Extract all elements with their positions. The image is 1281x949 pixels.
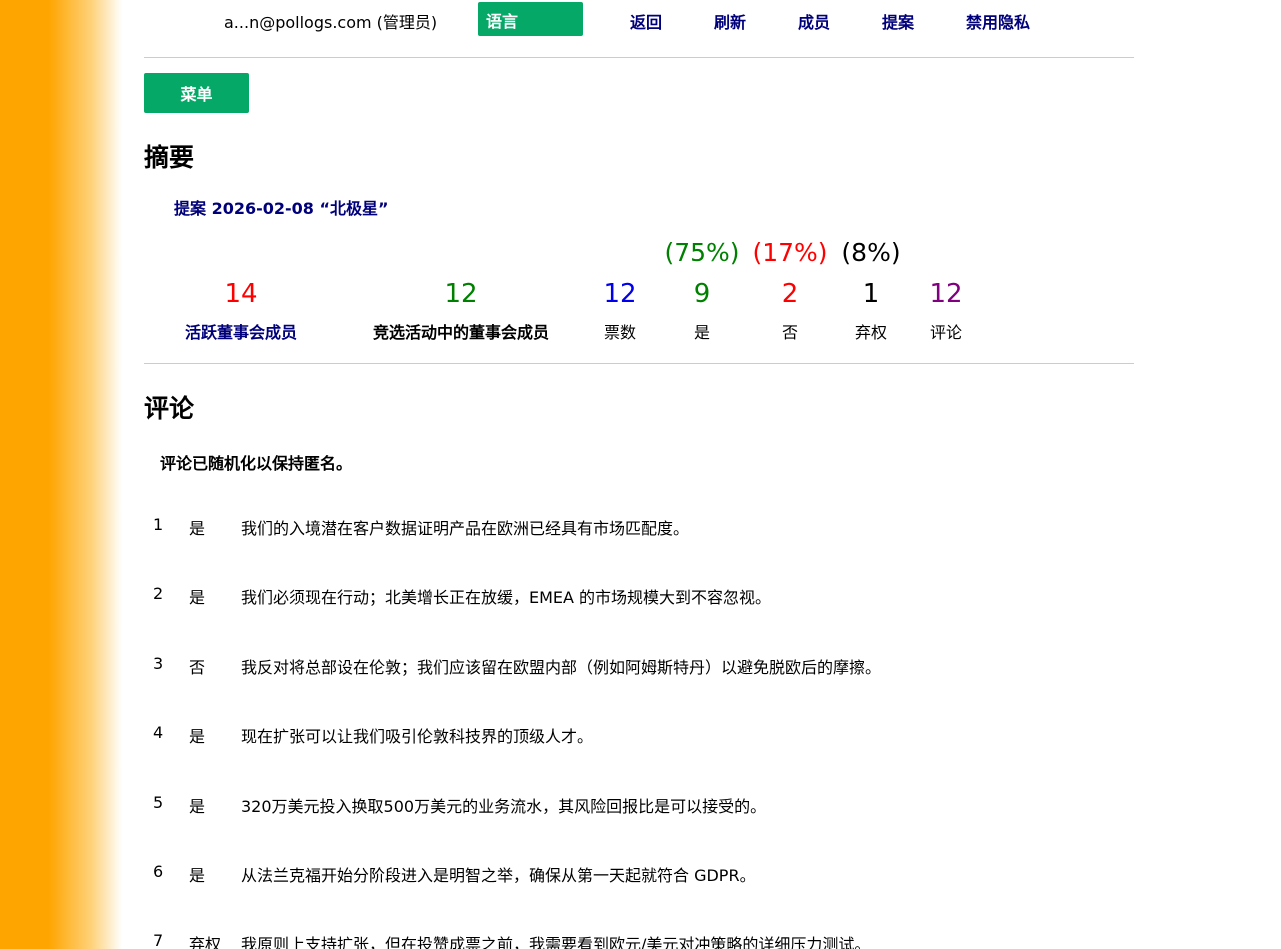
stat-active-members-value: 14	[224, 279, 258, 309]
comment-text: 从法兰克福开始分阶段进入是明智之举，确保从第一天起就符合 GDPR。	[241, 866, 756, 885]
comment-text: 我反对将总部设在伦敦；我们应该留在欧盟内部（例如阿姆斯特丹）以避免脱欧后的摩擦。	[241, 658, 882, 677]
sidebar-gradient	[0, 0, 122, 949]
abstain-percentage: (8%)	[841, 238, 901, 267]
nav-members-link[interactable]: 成员	[798, 9, 830, 33]
stat-active-members-label[interactable]: 活跃董事会成员	[161, 319, 321, 343]
comment-vote: 否	[189, 658, 206, 677]
stat-no-label: 否	[781, 323, 798, 342]
comment-row: 6 是 从法兰克福开始分阶段进入是明智之举，确保从第一天起就符合 GDPR。	[144, 862, 1134, 892]
main-content: a...n@pollogs.com (管理员) 语言 返回 刷新 成员 提案 禁…	[144, 0, 1134, 949]
comment-number: 4	[153, 723, 164, 742]
stat-abstain-value: 1	[862, 279, 880, 309]
comment-row: 5 是 320万美元投入换取500万美元的业务流水，其风险回报比是可以接受的。	[144, 793, 1134, 823]
comment-text: 我们必须现在行动；北美增长正在放缓，EMEA 的市场规模大到不容忽视。	[241, 588, 772, 607]
comment-number: 7	[153, 931, 164, 949]
nav-refresh-link[interactable]: 刷新	[714, 9, 746, 33]
comment-text: 我们的入境潜在客户数据证明产品在欧洲已经具有市场匹配度。	[241, 519, 690, 538]
stat-yes-value: 9	[693, 279, 711, 309]
summary-heading: 摘要	[144, 143, 195, 172]
comment-row: 7 弃权 我原则上支持扩张，但在投赞成票之前，我需要看到欧元/美元对冲策略的详细…	[144, 931, 1134, 949]
stat-abstain-label: 弃权	[854, 323, 887, 342]
stat-comments-value: 12	[929, 279, 963, 309]
comment-vote: 是	[189, 866, 206, 885]
language-button[interactable]: 语言	[478, 2, 583, 36]
comment-text: 现在扩张可以让我们吸引伦敦科技界的顶级人才。	[241, 727, 594, 746]
comment-row: 2 是 我们必须现在行动；北美增长正在放缓，EMEA 的市场规模大到不容忽视。	[144, 584, 1134, 614]
anonymity-note: 评论已随机化以保持匿名。	[160, 454, 353, 473]
no-percentage: (17%)	[752, 238, 828, 267]
stat-yes-label: 是	[693, 323, 710, 342]
comment-vote: 是	[189, 797, 206, 816]
stat-comments-label: 评论	[929, 323, 962, 342]
stat-votes-label: 票数	[603, 323, 636, 342]
nav-back-link[interactable]: 返回	[630, 9, 662, 33]
comment-vote: 是	[189, 588, 206, 607]
comment-vote: 弃权	[189, 935, 222, 949]
proposal-link[interactable]: 提案 2026-02-08 “北极星”	[174, 195, 389, 219]
comment-number: 1	[153, 515, 164, 534]
yes-percentage: (75%)	[664, 238, 740, 267]
menu-button[interactable]: 菜单	[144, 73, 249, 113]
nav-disable-privacy-link[interactable]: 禁用隐私	[966, 9, 1030, 33]
comment-row: 1 是 我们的入境潜在客户数据证明产品在欧洲已经具有市场匹配度。	[144, 515, 1134, 545]
stat-campaign-members-value: 12	[444, 279, 478, 309]
comment-number: 2	[153, 584, 164, 603]
user-label: a...n@pollogs.com (管理员)	[224, 13, 438, 32]
comment-number: 6	[153, 862, 164, 881]
comment-text: 我原则上支持扩张，但在投赞成票之前，我需要看到欧元/美元对冲策略的详细压力测试。	[241, 935, 871, 949]
comment-number: 3	[153, 654, 164, 673]
stat-campaign-members-label: 竞选活动中的董事会成员	[372, 323, 549, 342]
comment-text: 320万美元投入换取500万美元的业务流水，其风险回报比是可以接受的。	[241, 797, 767, 816]
stat-votes-value: 12	[603, 279, 637, 309]
section-divider	[144, 363, 1134, 364]
comment-row: 4 是 现在扩张可以让我们吸引伦敦科技界的顶级人才。	[144, 723, 1134, 753]
comment-vote: 是	[189, 519, 206, 538]
comment-number: 5	[153, 793, 164, 812]
nav-proposals-link[interactable]: 提案	[882, 9, 914, 33]
comment-row: 3 否 我反对将总部设在伦敦；我们应该留在欧盟内部（例如阿姆斯特丹）以避免脱欧后…	[144, 654, 1134, 684]
comment-vote: 是	[189, 727, 206, 746]
top-nav: a...n@pollogs.com (管理员) 语言 返回 刷新 成员 提案 禁…	[144, 0, 1134, 58]
stat-no-value: 2	[781, 279, 799, 309]
comments-heading: 评论	[144, 394, 195, 423]
